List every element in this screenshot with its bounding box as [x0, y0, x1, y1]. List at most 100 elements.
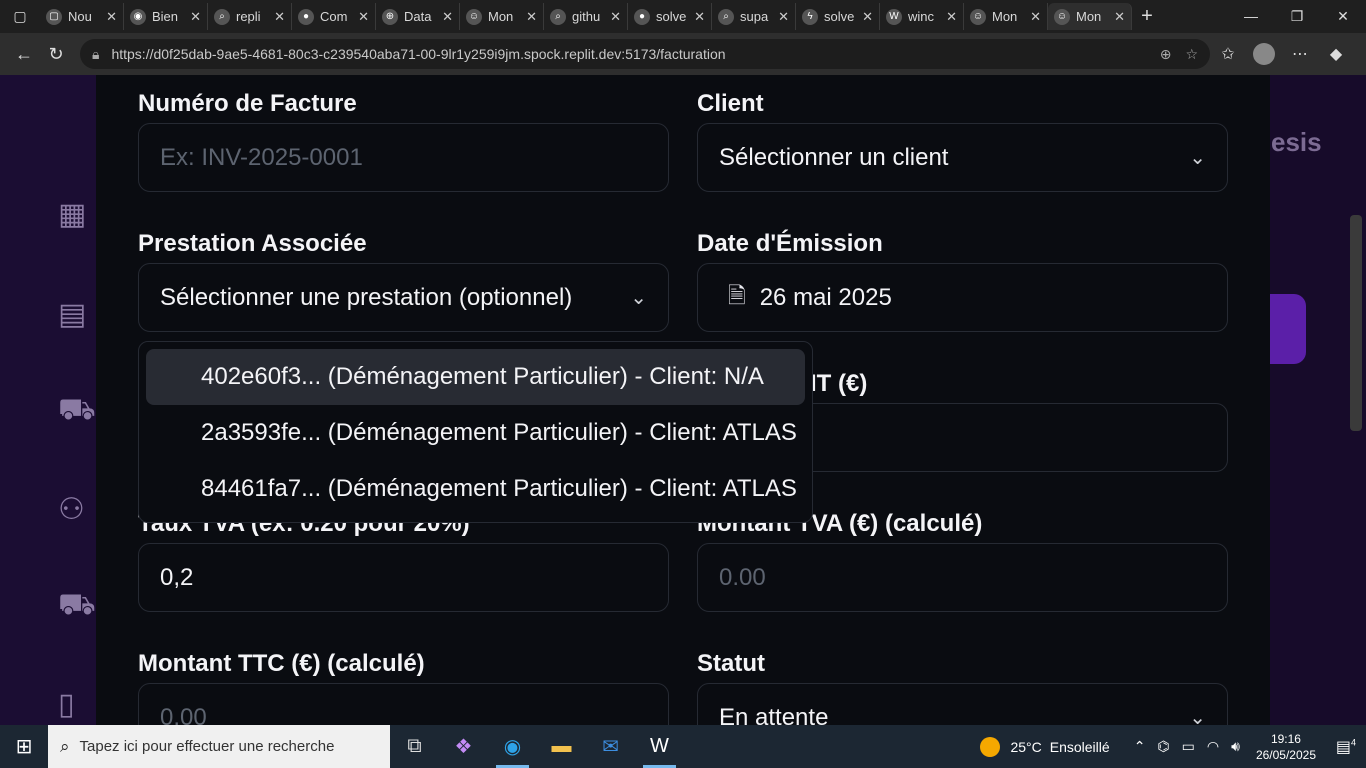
browser-tab[interactable]: ▢ Nou ✕	[40, 3, 124, 30]
zoom-icon[interactable]: ⊕	[1160, 46, 1172, 63]
file-explorer-icon[interactable]: ▬	[537, 725, 586, 768]
close-tab-icon[interactable]: ✕	[1114, 9, 1125, 25]
windsurf-icon: W	[886, 8, 902, 25]
issue-date-label: Date d'Émission	[697, 230, 883, 257]
close-tab-icon[interactable]: ✕	[862, 9, 873, 25]
browser-tab[interactable]: ϟ solve ✕	[796, 3, 880, 30]
close-tab-icon[interactable]: ✕	[610, 9, 621, 25]
browser-tab[interactable]: ⌕ repli ✕	[208, 3, 292, 30]
avatar-icon: ☺	[970, 8, 986, 25]
notification-icon[interactable]: ▤4	[1326, 737, 1366, 757]
network-icon[interactable]: ⌬	[1157, 738, 1169, 755]
browser-tab[interactable]: ● Com ✕	[292, 3, 376, 30]
browser-tab[interactable]: ⌕ supa ✕	[712, 3, 796, 30]
avatar-icon: ☺	[466, 8, 482, 25]
address-bar: ← ↻ 🔒︎ https://d0f25dab-9ae5-4681-80c3-c…	[0, 33, 1366, 75]
tab-actions-icon[interactable]: ▢	[0, 0, 40, 33]
users-icon[interactable]: ⚇	[58, 490, 96, 528]
weather-sun-icon	[980, 736, 1001, 757]
prestation-label: Prestation Associée	[138, 230, 367, 257]
tab-label: solve	[656, 9, 687, 24]
close-tab-icon[interactable]: ✕	[190, 9, 201, 25]
search-icon: ⌕	[718, 8, 734, 25]
refresh-icon[interactable]: ↻	[40, 44, 72, 65]
weather-text[interactable]: Ensoleillé	[1050, 739, 1110, 755]
building-icon[interactable]: ▤	[58, 295, 96, 333]
browser-tab[interactable]: ◉ Bien ✕	[124, 3, 208, 30]
clock-time: 19:16	[1270, 731, 1301, 746]
battery-icon[interactable]: ▭	[1182, 738, 1195, 755]
back-icon[interactable]: ←	[8, 44, 40, 65]
browser-tab[interactable]: ⊕ Data ✕	[376, 3, 460, 30]
dropdown-option[interactable]: 84461fa7... (Déménagement Particulier) -…	[146, 461, 805, 517]
tab-label: winc	[908, 9, 935, 24]
edge-icon: ◉	[130, 8, 146, 25]
favorite-star-icon[interactable]: ☆	[1185, 46, 1198, 63]
browser-tab[interactable]: ☺ Mon ✕	[1048, 3, 1132, 30]
favorites-icon[interactable]: ✩	[1210, 44, 1246, 64]
close-tab-icon[interactable]: ✕	[1030, 9, 1041, 25]
browser-tab[interactable]: ⌕ githu ✕	[544, 3, 628, 30]
windows-start-icon[interactable]: ⊞	[0, 734, 48, 759]
close-tab-icon[interactable]: ✕	[274, 9, 285, 25]
browser-tab[interactable]: ☺ Mon ✕	[460, 3, 544, 30]
volume-icon[interactable]: 🔊︎	[1231, 738, 1240, 755]
windsurf-icon[interactable]: W	[635, 725, 684, 768]
truck-icon[interactable]: ⛟	[58, 393, 96, 431]
close-tab-icon[interactable]: ✕	[694, 9, 705, 25]
close-tab-icon[interactable]: ✕	[106, 9, 117, 25]
vat-rate-input[interactable]: 0,2	[138, 543, 669, 612]
background-button	[1270, 294, 1306, 364]
avatar-icon: ☺	[1054, 8, 1070, 25]
close-tab-icon[interactable]: ✕	[526, 9, 537, 25]
prestation-select[interactable]: Sélectionner une prestation (optionnel) …	[138, 263, 669, 332]
tab-label: Bien	[152, 9, 179, 24]
status-select[interactable]: En attente ⌄	[697, 683, 1228, 725]
close-tab-icon[interactable]: ✕	[442, 9, 453, 25]
close-tab-icon[interactable]: ✕	[358, 9, 369, 25]
client-select-value: Sélectionner un client	[719, 143, 949, 171]
invoice-number-input[interactable]: Ex: INV-2025-0001	[138, 123, 669, 192]
browser-tab[interactable]: Wwinc ✕	[880, 3, 964, 30]
document-icon[interactable]: ▯	[58, 685, 96, 723]
new-tab-button[interactable]: +	[1132, 5, 1162, 28]
vat-amount-placeholder: 0.00	[719, 563, 766, 591]
edge-icon[interactable]: ◉	[488, 725, 537, 768]
close-window-icon[interactable]: ✕	[1320, 8, 1366, 25]
close-tab-icon[interactable]: ✕	[778, 9, 789, 25]
amount-ttc-placeholder: 0.00	[160, 703, 207, 726]
copilot-icon[interactable]: ◆	[1318, 44, 1354, 64]
browser-tab[interactable]: ● solve ✕	[628, 3, 712, 30]
amount-ttc-input: 0.00	[138, 683, 669, 725]
url-field[interactable]: 🔒︎ https://d0f25dab-9ae5-4681-80c3-c2395…	[80, 39, 1210, 69]
clock[interactable]: 19:16 26/05/2025	[1256, 731, 1316, 763]
dropdown-option[interactable]: 402e60f3... (Déménagement Particulier) -…	[146, 349, 805, 405]
taskbar-search[interactable]: ⌕ Tapez ici pour effectuer une recherche	[48, 725, 390, 768]
mail-icon[interactable]: ✉	[586, 725, 635, 768]
restore-icon[interactable]: ❐	[1274, 8, 1320, 25]
issue-date-picker[interactable]: 🗎︎ 26 mai 2025	[697, 263, 1228, 332]
weather-temperature[interactable]: 25°C	[1010, 739, 1041, 755]
chevron-up-icon[interactable]: ⌃	[1134, 738, 1146, 755]
scrollbar[interactable]	[1350, 215, 1362, 431]
copilot-icon[interactable]: ❖	[439, 725, 488, 768]
status-select-value: En attente	[719, 703, 829, 726]
web-page: ▦ ▤ ⛟ ⚇ ⛟ ▯ esis Numéro de Facture Ex: I…	[0, 75, 1366, 725]
task-view-icon[interactable]: ⧉	[390, 725, 439, 768]
search-icon: ⌕	[214, 8, 230, 25]
tab-label: githu	[572, 9, 601, 24]
chevron-down-icon: ⌄	[630, 287, 647, 309]
profile-avatar[interactable]	[1253, 43, 1275, 65]
truck-icon[interactable]: ⛟	[58, 588, 96, 626]
wifi-icon[interactable]: ◠	[1207, 738, 1219, 755]
minimize-icon[interactable]: —	[1228, 8, 1274, 25]
app-sidebar: ▦ ▤ ⛟ ⚇ ⛟ ▯	[0, 75, 96, 725]
more-menu-icon[interactable]: ⋯	[1282, 44, 1318, 64]
client-select[interactable]: Sélectionner un client ⌄	[697, 123, 1228, 192]
amount-ttc-label: Montant TTC (€) (calculé)	[138, 650, 425, 677]
dashboard-icon[interactable]: ▦	[58, 195, 96, 233]
dropdown-option[interactable]: 2a3593fe... (Déménagement Particulier) -…	[146, 405, 805, 461]
close-tab-icon[interactable]: ✕	[946, 9, 957, 25]
browser-tab[interactable]: ☺ Mon ✕	[964, 3, 1048, 30]
browser-tab-strip: ▢ ▢ Nou ✕ ◉ Bien ✕ ⌕ repli ✕ ● Com ✕ ⊕ Data ✕ ☺ Mon ✕ ⌕ git…	[0, 0, 1366, 33]
